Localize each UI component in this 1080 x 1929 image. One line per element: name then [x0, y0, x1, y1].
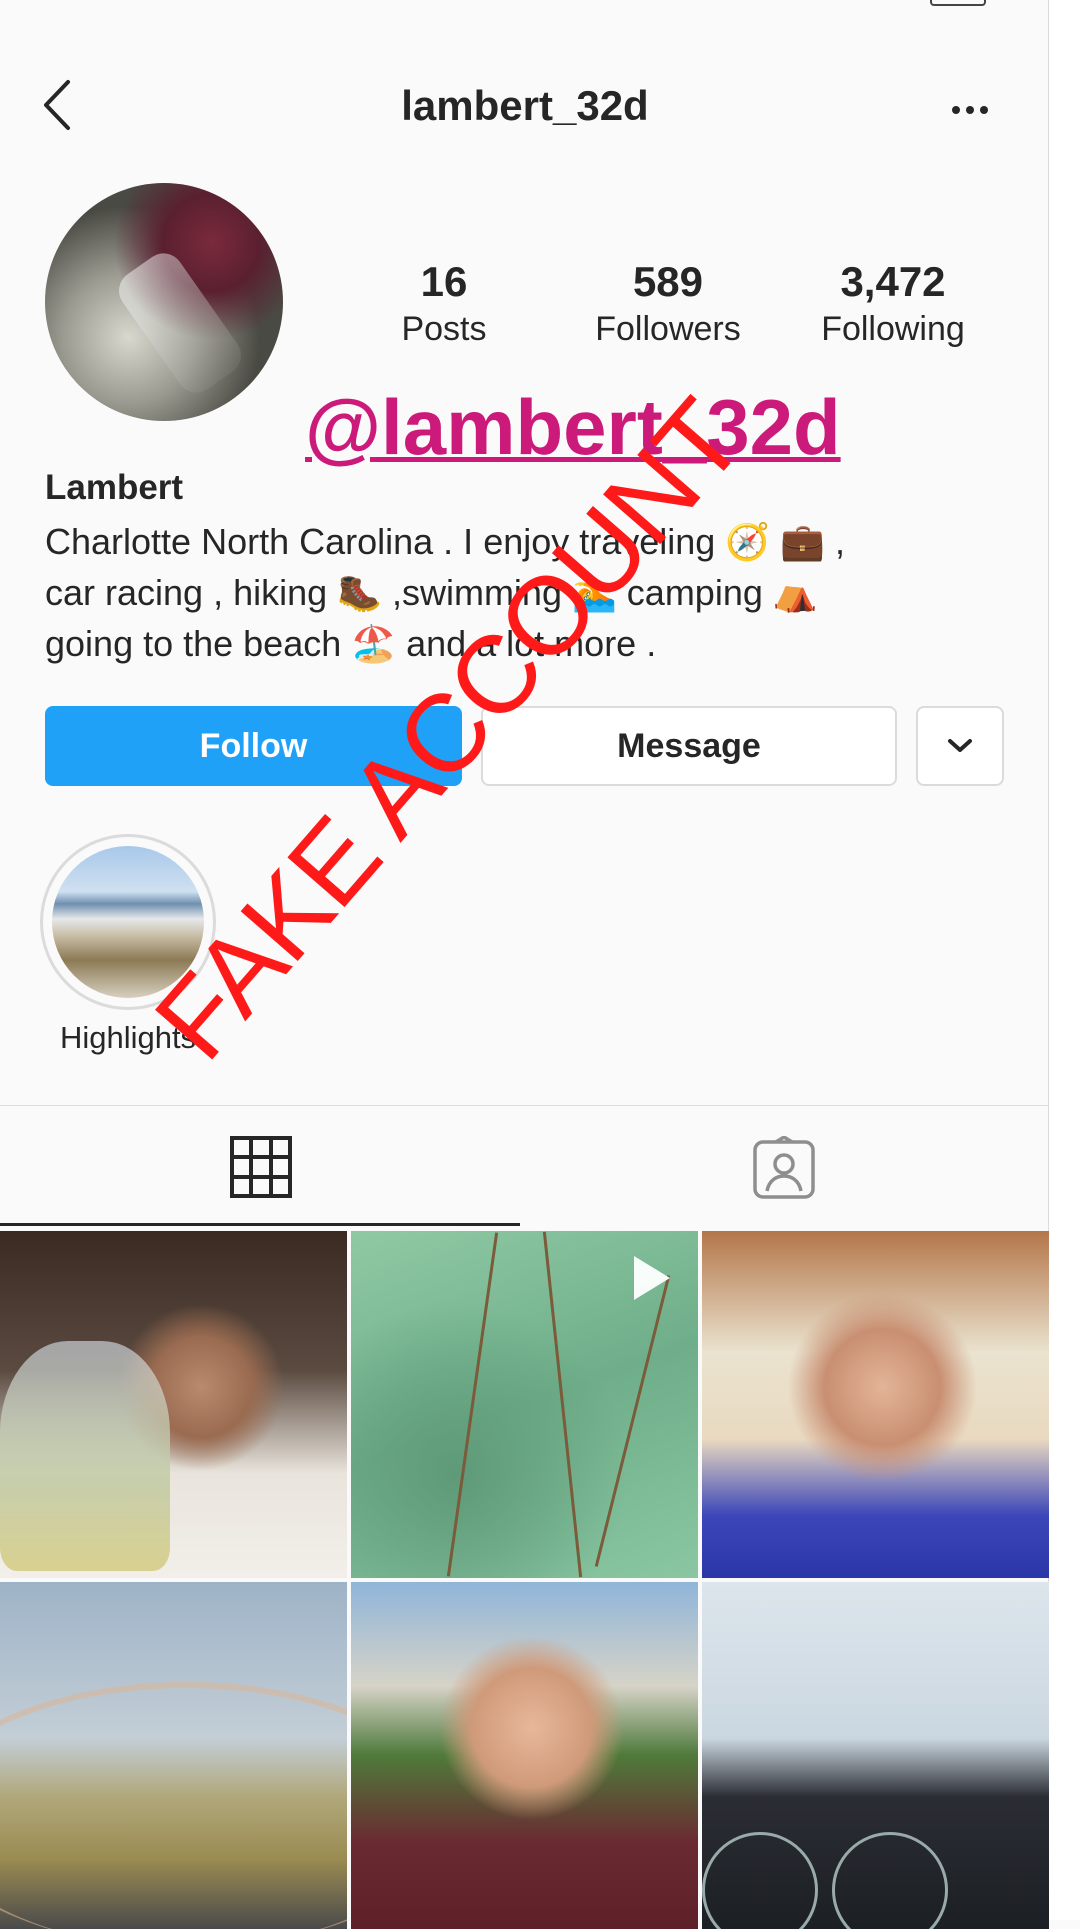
bio-line: Charlotte North Carolina . I enjoy trave…	[45, 521, 845, 562]
post-thumbnail[interactable]	[702, 1582, 1049, 1929]
battery-icon	[930, 0, 986, 6]
bio-line: going to the beach 🏖️ and a lot more .	[45, 623, 657, 664]
followers-label: Followers	[595, 310, 741, 348]
following-label: Following	[821, 310, 965, 348]
post-twig-shape	[594, 1275, 671, 1567]
profile-avatar[interactable]	[45, 183, 283, 421]
post-thumbnail[interactable]	[351, 1582, 698, 1929]
back-button[interactable]	[38, 78, 78, 132]
tagged-icon	[753, 1136, 815, 1199]
side-margin	[1049, 0, 1080, 1920]
active-tab-indicator	[0, 1223, 520, 1226]
grid-icon	[230, 1136, 292, 1198]
dot-icon	[980, 106, 988, 114]
post-twig-shape	[446, 1232, 499, 1577]
post-dial-shape	[832, 1832, 948, 1929]
post-glass-shape	[0, 1341, 170, 1571]
message-button[interactable]: Message	[481, 706, 897, 786]
dot-icon	[952, 106, 960, 114]
status-bar	[820, 0, 1000, 6]
following-count: 3,472	[840, 258, 946, 305]
video-play-icon	[634, 1256, 670, 1300]
post-thumbnail[interactable]	[0, 1231, 347, 1578]
more-options-button[interactable]	[940, 92, 1000, 132]
chevron-down-icon	[948, 739, 972, 752]
handle-overlay: @lambert_32d	[305, 382, 841, 472]
handle-overlay-text: @lambert_32d	[305, 383, 841, 471]
chevron-left-icon	[44, 80, 70, 130]
dot-icon	[966, 106, 974, 114]
posts-stat[interactable]: 16 Posts	[384, 258, 504, 352]
post-thumbnail[interactable]	[0, 1582, 347, 1929]
profile-username-title: lambert_32d	[401, 82, 649, 129]
followers-count: 589	[632, 258, 704, 305]
follow-button[interactable]: Follow	[45, 706, 462, 786]
post-thumbnail[interactable]	[702, 1231, 1049, 1578]
tab-tagged[interactable]	[524, 1106, 1048, 1226]
highlight-thumbnail[interactable]	[52, 846, 204, 998]
post-dial-shape	[702, 1832, 818, 1929]
avatar-glass-shape	[111, 245, 249, 401]
posts-label: Posts	[401, 310, 487, 348]
suggested-dropdown-button[interactable]	[916, 706, 1004, 786]
tab-posts-grid[interactable]	[0, 1106, 520, 1226]
highlight-label: Highlights	[59, 1020, 197, 1055]
display-name: Lambert	[45, 468, 184, 507]
post-rainbow-shape	[0, 1682, 347, 1929]
bio-line: car racing , hiking 🥾 ,swimming 🏊 campin…	[45, 572, 818, 613]
bio: Charlotte North Carolina . I enjoy trave…	[45, 516, 975, 669]
posts-count: 16	[420, 258, 468, 305]
followers-stat[interactable]: 589 Followers	[578, 258, 758, 352]
post-twig-shape	[542, 1231, 583, 1578]
following-stat[interactable]: 3,472 Following	[800, 258, 986, 352]
